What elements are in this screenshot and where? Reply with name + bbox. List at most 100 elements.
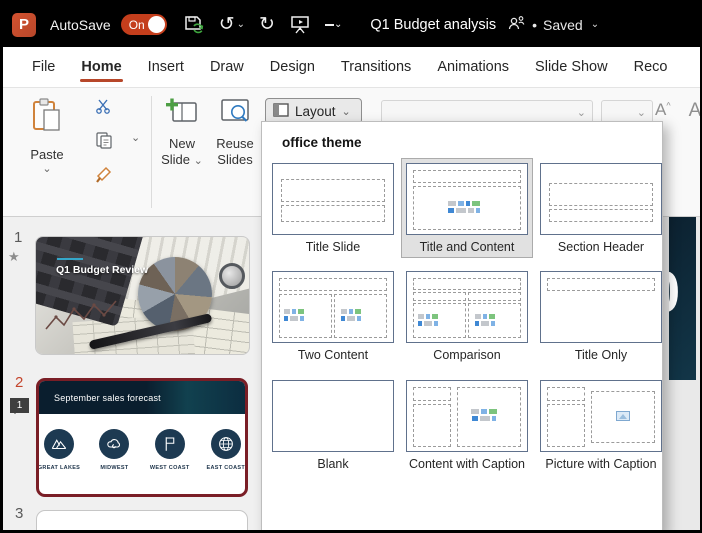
cloud-icon bbox=[99, 429, 129, 459]
layout-option-two-content[interactable]: Two Content bbox=[267, 266, 399, 366]
start-slideshow-icon[interactable] bbox=[289, 14, 311, 35]
region-midwest: MIDWEST bbox=[96, 429, 133, 471]
layout-button-label: Layout bbox=[295, 104, 336, 119]
region-east-coast: EAST COAST bbox=[207, 429, 245, 471]
tab-home[interactable]: Home bbox=[68, 50, 134, 84]
slide-1-transition-star-icon: ★ bbox=[8, 249, 20, 265]
layout-chevron-icon: ⌄ bbox=[342, 105, 351, 118]
layout-thumb bbox=[272, 271, 394, 343]
slide-2-title-band: September sales forecast bbox=[39, 381, 245, 414]
clipboard-small-buttons bbox=[95, 98, 113, 188]
compass-decor bbox=[219, 263, 245, 289]
layout-option-title-only[interactable]: Title Only bbox=[535, 266, 663, 366]
slide-2-animation-badge: 1 bbox=[10, 398, 29, 413]
paste-label: Paste bbox=[30, 147, 63, 162]
undo-button[interactable]: ↺⌄ bbox=[219, 15, 245, 34]
globe-icon bbox=[211, 429, 241, 459]
copy-button[interactable] bbox=[95, 131, 113, 154]
picture-placeholder-icon bbox=[616, 411, 630, 421]
mountains-icon bbox=[44, 429, 74, 459]
cut-button[interactable] bbox=[95, 98, 113, 119]
saved-status[interactable]: • Saved ⌄ bbox=[506, 14, 599, 35]
layout-option-title-and-content[interactable]: Title and Content bbox=[401, 158, 533, 258]
paste-clipboard-icon bbox=[30, 96, 64, 139]
slide-3-number: 3 bbox=[15, 505, 23, 522]
layout-thumb bbox=[540, 271, 662, 343]
redo-button[interactable]: ↻ bbox=[259, 15, 275, 34]
paste-button[interactable]: Paste ⌄ bbox=[21, 96, 73, 196]
slide-1-number: 1 bbox=[14, 229, 22, 246]
autosave-label: AutoSave bbox=[50, 17, 111, 33]
layout-grid: Title Slide Title and Content bbox=[262, 152, 662, 475]
decrease-font-size-button[interactable]: A bbox=[689, 100, 702, 122]
layout-option-content-with-caption[interactable]: Content with Caption bbox=[401, 375, 533, 475]
toggle-knob bbox=[148, 16, 165, 33]
tab-transitions[interactable]: Transitions bbox=[328, 50, 424, 84]
title-bar: P AutoSave On ↺⌄ ↻ bbox=[3, 2, 700, 47]
combo-chevron-icon: ⌄ bbox=[577, 106, 586, 119]
layout-option-blank[interactable]: Blank bbox=[267, 375, 399, 475]
quick-access-toolbar: ↺⌄ ↻ ⌄ bbox=[183, 14, 343, 35]
autosave-toggle[interactable]: On bbox=[121, 14, 167, 35]
new-slide-button[interactable]: New Slide ⌄ bbox=[158, 96, 206, 169]
autosave-toggle-state: On bbox=[129, 18, 145, 32]
region-icons-row: GREAT LAKES MIDWEST WEST COAST bbox=[39, 429, 245, 471]
tab-file[interactable]: File bbox=[19, 50, 68, 84]
increase-font-size-button[interactable]: A^ bbox=[655, 100, 671, 122]
tab-draw[interactable]: Draw bbox=[197, 50, 257, 84]
layout-thumb bbox=[272, 380, 394, 452]
layout-icon bbox=[273, 103, 289, 120]
slide-big-text-partial: 0 bbox=[669, 259, 680, 326]
layout-option-title-slide[interactable]: Title Slide bbox=[267, 158, 399, 258]
ribbon-tabs: File Home Insert Draw Design Transitions… bbox=[3, 47, 700, 87]
saved-bullet: • bbox=[532, 17, 537, 33]
layout-thumb bbox=[272, 163, 394, 235]
group-divider bbox=[151, 96, 152, 208]
layout-dropdown-menu: office theme Title Slide Tit bbox=[261, 121, 663, 533]
layout-option-picture-with-caption[interactable]: Picture with Caption bbox=[535, 375, 663, 475]
layout-option-comparison[interactable]: Comparison bbox=[401, 266, 533, 366]
new-slide-label: New Slide ⌄ bbox=[158, 136, 206, 169]
slide-1-thumbnail[interactable]: Q1 Budget Review bbox=[36, 237, 249, 354]
layout-theme-header: office theme bbox=[282, 135, 662, 150]
slide-1-title: Q1 Budget Review bbox=[56, 264, 148, 276]
format-painter-button[interactable] bbox=[95, 166, 113, 188]
layout-option-section-header[interactable]: Section Header bbox=[535, 158, 663, 258]
line-chart-decor bbox=[42, 295, 122, 337]
tab-insert[interactable]: Insert bbox=[135, 50, 197, 84]
people-presence-icon bbox=[506, 14, 526, 35]
tab-slide-show[interactable]: Slide Show bbox=[522, 50, 621, 84]
layout-thumb bbox=[540, 163, 662, 235]
font-size-buttons: A^ A bbox=[655, 100, 701, 122]
new-slide-icon bbox=[165, 113, 199, 130]
slide-2-number: 2 bbox=[15, 374, 23, 391]
paste-options-chevron-icon[interactable]: ⌄ bbox=[131, 131, 140, 144]
document-title[interactable]: Q1 Budget analysis bbox=[370, 17, 496, 33]
current-slide-partial: 0 bbox=[669, 217, 696, 380]
slide-thumbnail-panel: 1 ★ Q1 Budget Review 2 1 bbox=[3, 217, 263, 533]
layout-thumb bbox=[406, 271, 528, 343]
reuse-slides-button[interactable]: Reuse Slides bbox=[210, 96, 260, 169]
layout-thumb bbox=[406, 163, 528, 235]
slide-2-title: September sales forecast bbox=[54, 393, 161, 403]
region-great-lakes: GREAT LAKES bbox=[39, 429, 79, 471]
tab-record[interactable]: Reco bbox=[621, 50, 681, 84]
layout-thumb bbox=[540, 380, 662, 452]
paste-chevron-icon: ⌄ bbox=[42, 162, 51, 175]
saved-label: Saved bbox=[543, 17, 583, 33]
reuse-slides-icon bbox=[218, 113, 252, 130]
region-west-coast: WEST COAST bbox=[150, 429, 190, 471]
powerpoint-logo-icon[interactable]: P bbox=[12, 13, 36, 37]
layout-thumb bbox=[406, 380, 528, 452]
tab-animations[interactable]: Animations bbox=[424, 50, 522, 84]
combo-chevron-icon: ⌄ bbox=[637, 106, 646, 119]
customize-toolbar-chevron[interactable]: ⌄ bbox=[325, 22, 342, 27]
slide-2-thumbnail-selected[interactable]: September sales forecast GREAT LAKES MID… bbox=[36, 378, 248, 497]
save-sync-icon[interactable] bbox=[183, 15, 205, 35]
flag-icon bbox=[155, 429, 185, 459]
powerpoint-window: P AutoSave On ↺⌄ ↻ bbox=[0, 0, 702, 533]
tab-design[interactable]: Design bbox=[257, 50, 328, 84]
slide-3-thumbnail[interactable] bbox=[36, 510, 248, 533]
saved-chevron-icon: ⌄ bbox=[591, 19, 599, 30]
reuse-slides-label: Reuse Slides bbox=[210, 136, 260, 169]
